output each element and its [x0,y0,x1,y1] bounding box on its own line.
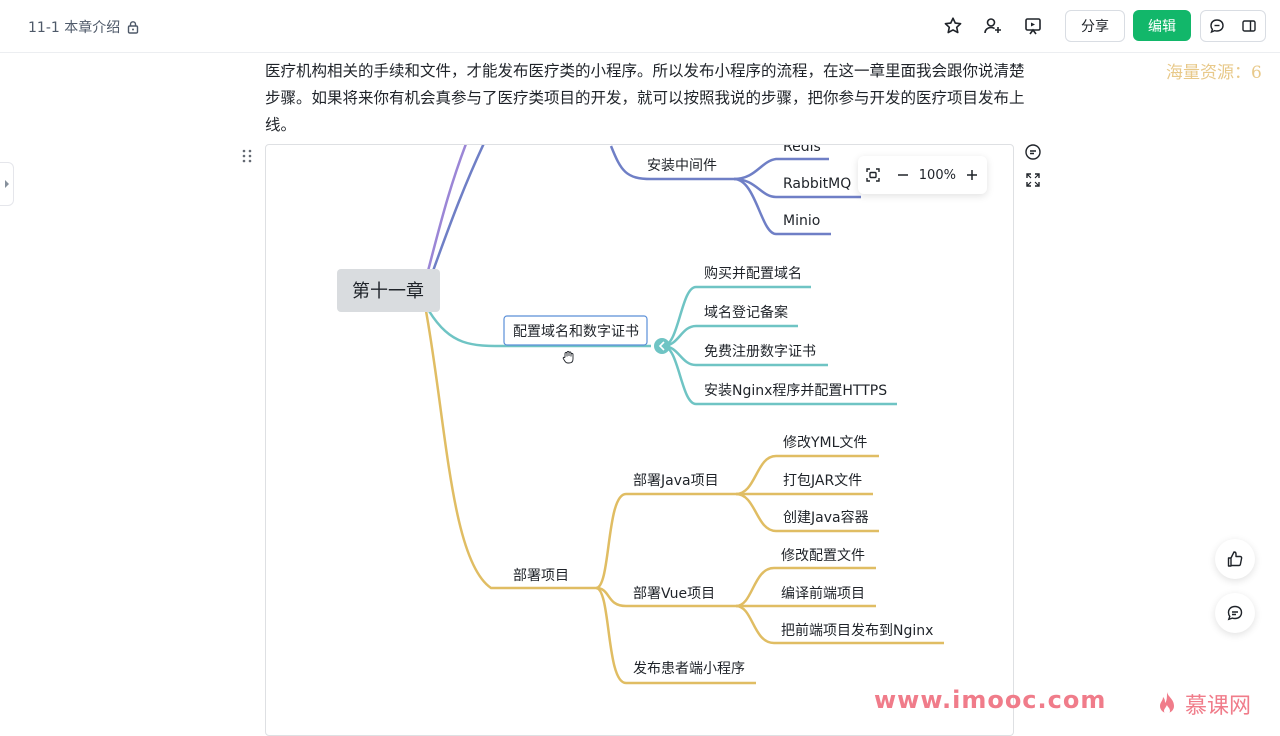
sidebar-layout-icon[interactable] [1237,14,1261,38]
star-icon[interactable] [941,14,965,38]
comment-bubble-icon [1227,605,1243,621]
sidebar-expand-button[interactable] [0,162,14,206]
share-button[interactable]: 分享 [1065,10,1125,42]
brand-watermark: 慕课网 [1155,688,1251,720]
zoom-out-icon[interactable] [888,160,918,190]
mindmap-node-build-frontend: 编译前端项目 [781,585,865,602]
mindmap-node-config-file: 修改配置文件 [781,548,865,564]
mindmap-node-redis: Redis [783,145,821,155]
zoom-level: 100% [918,167,956,183]
brand-text: 慕课网 [1185,694,1252,719]
top-bar: 11-1 本章介绍 分享 编辑 [0,0,1280,53]
mindmap-node-nginx-https: 安装Nginx程序并配置HTTPS [704,383,887,399]
body-paragraph: 医疗机构相关的手续和文件，才能发布医疗类的小程序。所以发布小程序的流程，在这一章… [265,62,1025,134]
mindmap-node-filing: 域名登记备案 [704,304,788,321]
mindmap-edge [662,324,798,348]
like-button[interactable] [1215,539,1255,579]
doc-title[interactable]: 11-1 本章介绍 [28,17,140,37]
mindmap-block[interactable]: 第十一章 安装中间件 Redis RabbitMQ Minio 配置域名和数字证… [265,144,1014,736]
mindmap-root-label: 第十一章 [352,281,424,302]
mindmap-node-cert: 免费注册数字证书 [704,344,816,360]
view-toggle-group [1200,10,1266,42]
block-drag-handle-icon[interactable] [241,148,253,164]
mindmap-node-middleware: 安装中间件 [647,158,717,174]
mindmap-edge [426,145,467,272]
site-watermark: www.imooc.com [874,686,1107,714]
hand-cursor-icon [562,351,574,364]
chevron-right-icon [4,180,9,188]
mindmap-node-buy-domain: 购买并配置域名 [704,266,802,282]
mindmap-node-domain: 配置域名和数字证书 [513,324,639,340]
collapse-node-button [654,338,670,354]
mindmap-edge [595,492,736,590]
mindmap-node-mini-program: 发布患者端小程序 [633,661,745,677]
mindmap-node-deploy-vue: 部署Vue项目 [633,586,715,602]
fit-view-icon[interactable] [858,160,888,190]
mindmap-node-jar: 打包JAR文件 [783,472,862,489]
zoom-control: 100% [858,156,987,194]
zoom-in-icon[interactable] [957,160,987,190]
lock-icon [126,20,140,34]
watermark-text: 海量资源：6 [1166,63,1262,83]
comment-float-button[interactable] [1215,593,1255,633]
present-icon[interactable] [1021,14,1045,38]
mindmap-node-rabbitmq: RabbitMQ [783,176,851,192]
mindmap-node-deploy: 部署项目 [513,568,569,584]
comment-icon[interactable] [1205,14,1229,38]
mindmap-canvas: 第十一章 安装中间件 Redis RabbitMQ Minio 配置域名和数字证… [337,145,944,685]
flame-logo-icon [1160,692,1174,714]
mindmap-node-minio: Minio [783,213,820,229]
block-comment-icon[interactable] [1023,142,1043,162]
mindmap-node-java-container: 创建Java容器 [783,509,869,526]
mindmap-node-publish-nginx: 把前端项目发布到Nginx [781,622,933,639]
mindmap-node-yml: 修改YML文件 [783,435,867,451]
fullscreen-icon[interactable] [1023,170,1043,190]
doc-title-text: 11-1 本章介绍 [28,20,121,36]
add-collaborator-icon[interactable] [981,14,1005,38]
thumbs-up-icon [1227,551,1243,567]
mindmap-node-deploy-java: 部署Java项目 [633,473,719,489]
edit-button[interactable]: 编辑 [1133,10,1191,41]
